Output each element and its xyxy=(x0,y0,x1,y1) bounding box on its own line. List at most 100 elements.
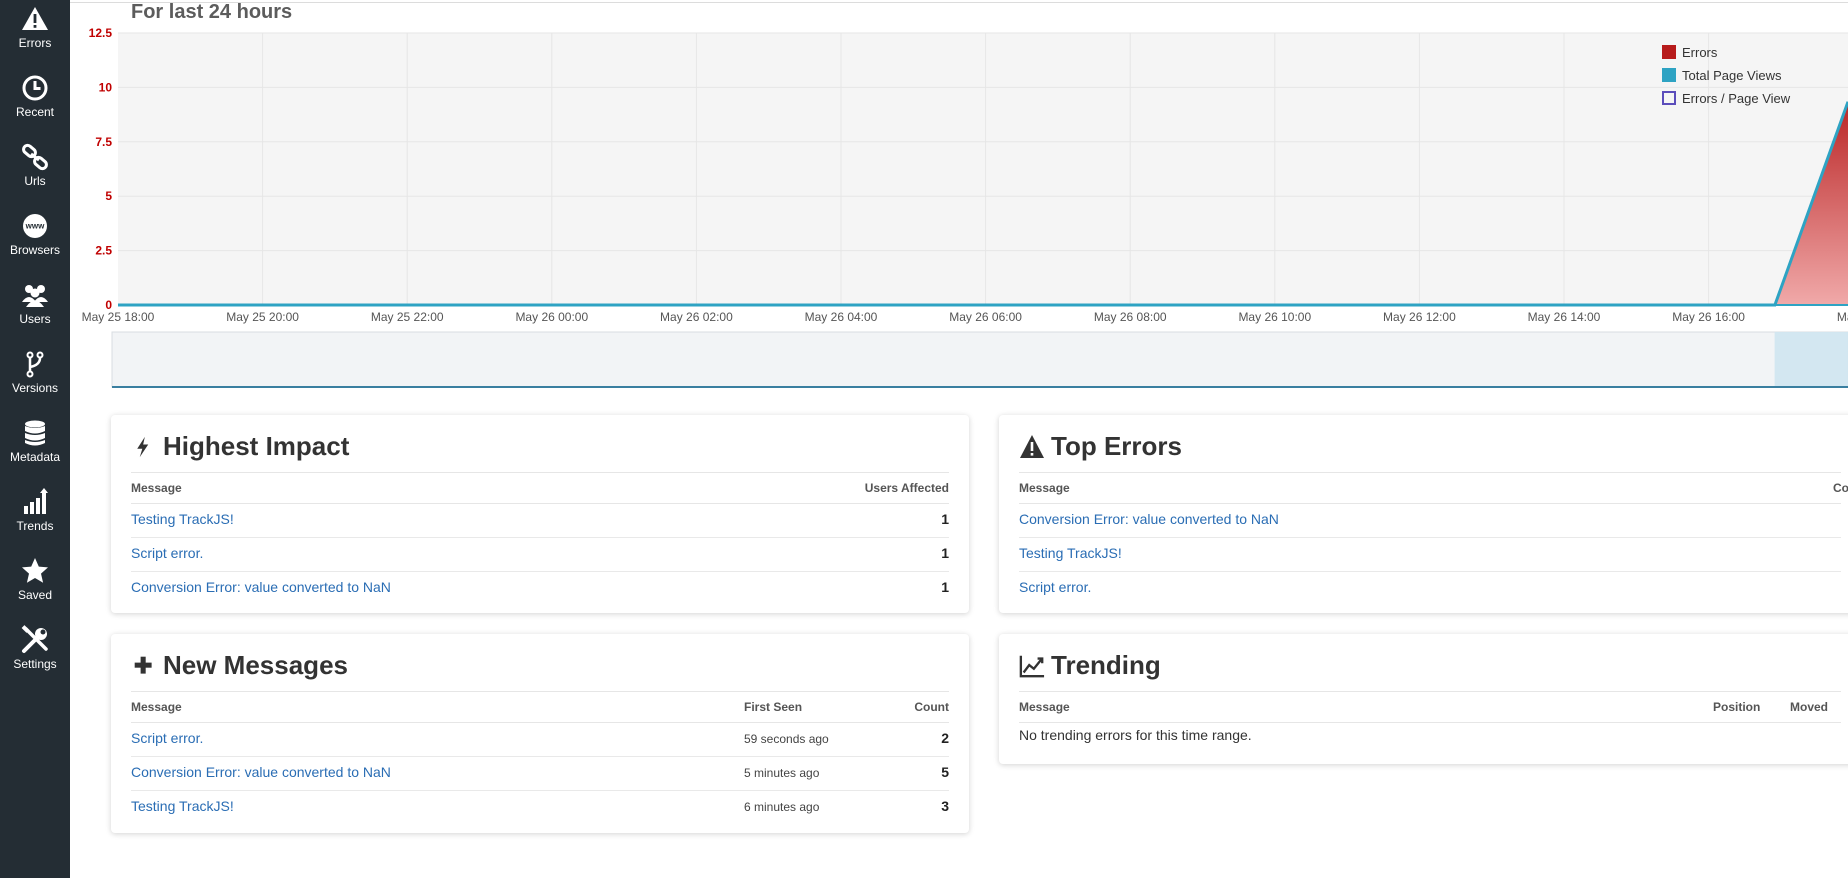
users-affected-value: 1 xyxy=(941,579,949,595)
sidebar-item-label: Recent xyxy=(15,105,55,119)
x-tick-label: May 2 xyxy=(1837,310,1848,324)
warning-icon xyxy=(1019,434,1045,460)
card-title-text: New Messages xyxy=(163,650,348,680)
error-message-link[interactable]: Script error. xyxy=(131,545,203,561)
x-tick-label: May 26 16:00 xyxy=(1672,310,1745,324)
sidebar-item-metadata[interactable]: Metadata xyxy=(0,416,70,480)
first-seen-value: 59 seconds ago xyxy=(744,732,829,746)
sidebar-item-label: Errors xyxy=(18,36,52,50)
new-messages-card: New Messages Message First Seen Count Sc… xyxy=(111,634,969,833)
table-header: Message Users Affected xyxy=(131,472,949,504)
x-tick-label: May 26 10:00 xyxy=(1238,310,1311,324)
x-tick-label: May 25 22:00 xyxy=(371,310,444,324)
x-tick-label: May 25 18:00 xyxy=(82,310,155,324)
table-row: Script error. 1 xyxy=(131,537,949,572)
error-message-link[interactable]: Script error. xyxy=(1019,579,1091,595)
sidebar-item-label: Metadata xyxy=(9,450,61,464)
y-tick-label: 5 xyxy=(105,189,112,203)
table-row: Conversion Error: value converted to NaN… xyxy=(131,571,949,605)
error-message-link[interactable]: Conversion Error: value converted to NaN xyxy=(131,764,391,780)
sidebar-item-versions[interactable]: Versions xyxy=(0,347,70,411)
column-header-count: Count xyxy=(914,700,949,714)
y-tick-label: 2.5 xyxy=(95,244,112,258)
sidebar-item-label: Trends xyxy=(16,519,54,533)
sidebar-item-users[interactable]: Users xyxy=(0,278,70,342)
database-icon xyxy=(20,418,50,448)
plus-icon xyxy=(131,653,157,679)
sidebar-item-urls[interactable]: Urls xyxy=(0,140,70,204)
card-title-text: Top Errors xyxy=(1051,431,1182,461)
www-icon: www xyxy=(20,211,50,241)
empty-state-text: No trending errors for this time range. xyxy=(1019,727,1252,743)
users-icon xyxy=(20,280,50,310)
tools-icon xyxy=(20,625,50,655)
sidebar-item-label: Browsers xyxy=(9,243,60,257)
x-tick-label: May 26 14:00 xyxy=(1528,310,1601,324)
sidebar-item-label: Versions xyxy=(11,381,59,395)
count-value: 5 xyxy=(941,764,949,780)
sidebar: Errors Recent Urls www Browsers Users Ve… xyxy=(0,0,70,878)
table-header: Message Position Moved xyxy=(1019,691,1841,723)
error-message-link[interactable]: Testing TrackJS! xyxy=(131,511,234,527)
star-icon xyxy=(20,556,50,586)
x-tick-label: May 26 06:00 xyxy=(949,310,1022,324)
sidebar-item-label: Users xyxy=(19,312,51,326)
svg-text:www: www xyxy=(25,222,45,231)
table-header: Message Count xyxy=(1019,472,1848,504)
trending-card: Trending Message Position Moved No trend… xyxy=(999,634,1848,764)
sidebar-item-label: Saved xyxy=(17,588,53,602)
warning-icon xyxy=(20,4,50,34)
card-title: New Messages xyxy=(131,650,348,681)
sidebar-item-label: Settings xyxy=(13,657,57,671)
error-message-link[interactable]: Conversion Error: value converted to NaN xyxy=(1019,511,1279,527)
y-tick-label: 12.5 xyxy=(89,26,113,40)
x-tick-label: May 26 04:00 xyxy=(805,310,878,324)
y-tick-label: 0 xyxy=(105,298,112,312)
range-selection-handle[interactable] xyxy=(1774,332,1848,387)
legend-label: Errors xyxy=(1682,45,1718,60)
top-errors-card: Top Errors Message Count Conversion Erro… xyxy=(999,415,1848,613)
plot-area xyxy=(118,33,1848,305)
legend-label: Total Page Views xyxy=(1682,68,1782,83)
errors-chart[interactable]: May 25 18:00 May 25 20:00 May 25 22:00 May … xyxy=(70,0,1848,400)
y-tick-label: 10 xyxy=(99,80,113,94)
sidebar-item-errors[interactable]: Errors xyxy=(0,2,70,66)
column-header-message: Message xyxy=(131,700,182,714)
table-row: Testing TrackJS! 6 minutes ago 3 xyxy=(131,790,949,824)
table-row: Testing TrackJS! 1 xyxy=(131,503,949,538)
range-navigator xyxy=(111,331,1848,388)
count-value: 3 xyxy=(941,798,949,814)
legend-swatch xyxy=(1662,68,1676,82)
error-message-link[interactable]: Conversion Error: value converted to NaN xyxy=(131,579,391,595)
x-tick-label: May 26 12:00 xyxy=(1383,310,1456,324)
first-seen-value: 6 minutes ago xyxy=(744,800,820,814)
x-tick-label: May 26 02:00 xyxy=(660,310,733,324)
line-chart-icon xyxy=(1019,653,1045,679)
error-message-link[interactable]: Script error. xyxy=(131,730,203,746)
table-row: Conversion Error: value converted to NaN… xyxy=(131,756,949,791)
branch-icon xyxy=(20,349,50,379)
card-title-text: Trending xyxy=(1051,650,1161,680)
card-title: Highest Impact xyxy=(131,431,349,462)
table-row: Conversion Error: value converted to NaN… xyxy=(1019,503,1841,538)
x-tick-label: May 26 08:00 xyxy=(1094,310,1167,324)
sidebar-item-label: Urls xyxy=(24,174,46,188)
sidebar-item-recent[interactable]: Recent xyxy=(0,71,70,135)
error-message-link[interactable]: Testing TrackJS! xyxy=(1019,545,1122,561)
sidebar-item-trends[interactable]: Trends xyxy=(0,485,70,549)
link-icon xyxy=(20,142,50,172)
users-affected-value: 1 xyxy=(941,545,949,561)
card-title-text: Highest Impact xyxy=(163,431,350,461)
sidebar-item-settings[interactable]: Settings xyxy=(0,623,70,687)
legend-label: Errors / Page View xyxy=(1682,91,1791,106)
column-header-moved: Moved xyxy=(1790,700,1829,714)
error-message-link[interactable]: Testing TrackJS! xyxy=(131,798,234,814)
card-title: Top Errors xyxy=(1019,431,1182,462)
table-row: Script error. 59 seconds ago 2 xyxy=(131,722,949,757)
column-header-users-affected: Users Affected xyxy=(864,481,949,495)
sidebar-item-browsers[interactable]: www Browsers xyxy=(0,209,70,273)
sidebar-item-saved[interactable]: Saved xyxy=(0,554,70,618)
column-header-count: Count xyxy=(1833,481,1848,495)
card-title: Trending xyxy=(1019,650,1161,681)
legend-swatch xyxy=(1662,45,1676,59)
